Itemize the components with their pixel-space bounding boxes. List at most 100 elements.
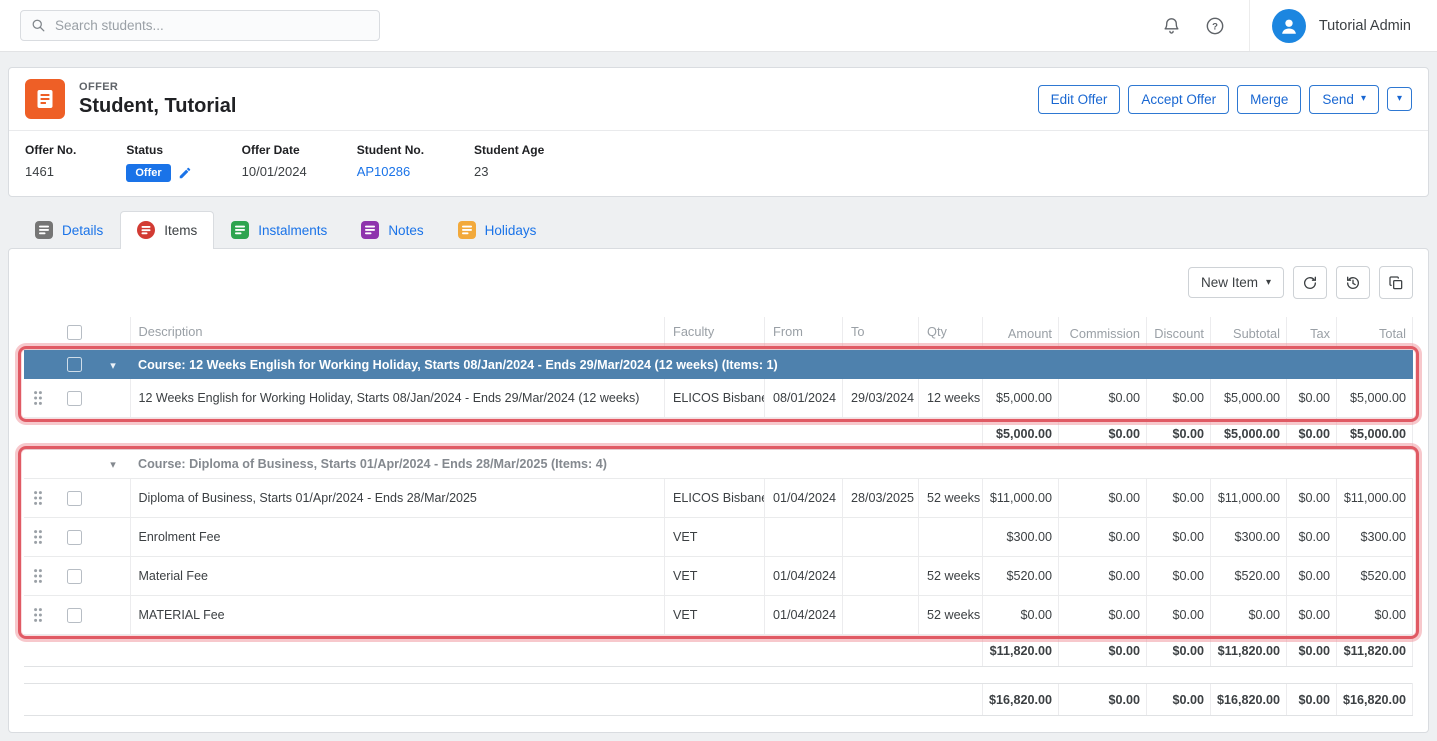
row-checkbox[interactable] (67, 569, 82, 584)
cell-to (843, 557, 919, 596)
row-checkbox[interactable] (67, 530, 82, 545)
tab-holidays[interactable]: Holidays (441, 211, 554, 249)
copy-icon (1388, 275, 1404, 291)
refresh-icon (1302, 275, 1318, 291)
cell-from (765, 518, 843, 557)
bell-icon (1162, 16, 1181, 35)
col-qty[interactable]: Qty (919, 317, 983, 350)
cell-tax: $0.00 (1287, 557, 1337, 596)
cell-qty (919, 518, 983, 557)
refresh-button[interactable] (1293, 266, 1327, 299)
cell-discount: $0.00 (1147, 379, 1211, 418)
row-checkbox[interactable] (67, 357, 82, 372)
topbar: ? Tutorial Admin (0, 0, 1437, 52)
cell-description: Material Fee (130, 557, 665, 596)
col-amount[interactable]: Amount (983, 317, 1059, 350)
col-tax[interactable]: Tax (1287, 317, 1337, 350)
table-wrap: Description Faculty From To Qty Amount C… (24, 317, 1413, 732)
edit-status-icon[interactable] (178, 166, 192, 180)
new-item-button[interactable]: New Item ▾ (1188, 267, 1284, 298)
cell-commission: $0.00 (1059, 596, 1147, 635)
cell-from: 08/01/2024 (765, 379, 843, 418)
cell-discount: $0.00 (1147, 596, 1211, 635)
student-number-link[interactable]: AP10286 (357, 164, 411, 179)
field-offer-no: Offer No. 1461 (25, 143, 76, 182)
row-checkbox[interactable] (67, 491, 82, 506)
offer-summary-fields: Offer No. 1461 Status Offer Offer Date 1… (9, 131, 1428, 196)
cell-from: 01/04/2024 (765, 557, 843, 596)
cell-qty: 12 weeks (919, 379, 983, 418)
drag-handle[interactable] (33, 388, 43, 406)
cell-discount: $0.00 (1147, 518, 1211, 557)
col-total[interactable]: Total (1337, 317, 1413, 350)
cell-description: Diploma of Business, Starts 01/Apr/2024 … (130, 479, 665, 518)
drag-handle[interactable] (33, 566, 43, 584)
cell-amount: $520.00 (983, 557, 1059, 596)
search-input[interactable] (55, 18, 369, 33)
table-header-row: Description Faculty From To Qty Amount C… (24, 317, 1413, 350)
cell-qty: 52 weeks (919, 596, 983, 635)
field-student-no: Student No. AP10286 (357, 143, 424, 182)
help-icon: ? (1205, 16, 1225, 36)
cell-amount: $11,000.00 (983, 479, 1059, 518)
col-subtotal[interactable]: Subtotal (1211, 317, 1287, 350)
cell-commission: $0.00 (1059, 635, 1147, 667)
col-select (52, 317, 96, 350)
col-faculty[interactable]: Faculty (665, 317, 765, 350)
tab-instalments[interactable]: Instalments (214, 211, 344, 249)
notifications-button[interactable] (1154, 8, 1189, 43)
search-box[interactable] (20, 10, 380, 41)
drag-handle[interactable] (33, 488, 43, 506)
select-all-checkbox[interactable] (67, 325, 82, 340)
user-name: Tutorial Admin (1319, 18, 1411, 34)
cell-total: $11,820.00 (1337, 635, 1413, 667)
offer-tabs: Details Items Instalments Notes Holidays (18, 211, 1429, 249)
copy-button[interactable] (1379, 266, 1413, 299)
grand-total-row: $16,820.00$0.00$0.00$16,820.00$0.00$16,8… (24, 684, 1413, 716)
cell-description: Enrolment Fee (130, 518, 665, 557)
drag-handle[interactable] (33, 527, 43, 545)
cell-faculty: ELICOS Bisbane (665, 479, 765, 518)
cell-commission: $0.00 (1059, 557, 1147, 596)
chevron-down-icon: ▾ (1361, 94, 1366, 104)
more-actions-button[interactable]: ▾ (1387, 87, 1412, 111)
tab-notes[interactable]: Notes (344, 211, 440, 249)
cell-discount: $0.00 (1147, 418, 1211, 450)
col-discount[interactable]: Discount (1147, 317, 1211, 350)
cell-tax: $0.00 (1287, 479, 1337, 518)
cell-commission: $0.00 (1059, 379, 1147, 418)
items-toolbar: New Item ▾ (9, 249, 1428, 311)
offer-type-label: OFFER (79, 81, 236, 93)
cell-faculty: VET (665, 518, 765, 557)
cell-amount: $5,000.00 (983, 379, 1059, 418)
accept-offer-button[interactable]: Accept Offer (1128, 85, 1229, 114)
cell-total: $16,820.00 (1337, 684, 1413, 716)
row-checkbox[interactable] (67, 608, 82, 623)
collapse-group-icon[interactable]: ▾ (110, 360, 116, 372)
tab-items[interactable]: Items (120, 211, 214, 249)
cell-faculty: VET (665, 557, 765, 596)
send-button[interactable]: Send▾ (1309, 85, 1379, 114)
row-checkbox[interactable] (67, 391, 82, 406)
drag-handle[interactable] (33, 605, 43, 623)
col-description[interactable]: Description (130, 317, 665, 350)
cell-total: $5,000.00 (1337, 418, 1413, 450)
col-commission[interactable]: Commission (1059, 317, 1147, 350)
cell-discount: $0.00 (1147, 684, 1211, 716)
col-to[interactable]: To (843, 317, 919, 350)
merge-button[interactable]: Merge (1237, 85, 1301, 114)
col-from[interactable]: From (765, 317, 843, 350)
help-button[interactable]: ? (1197, 8, 1233, 44)
user-menu[interactable]: Tutorial Admin (1249, 0, 1437, 51)
edit-offer-button[interactable]: Edit Offer (1038, 85, 1121, 114)
group-subtotal-row: $5,000.00$0.00$0.00$5,000.00$0.00$5,000.… (24, 418, 1413, 450)
cell-total: $300.00 (1337, 518, 1413, 557)
history-button[interactable] (1336, 266, 1370, 299)
cell-faculty: VET (665, 596, 765, 635)
cell-subtotal: $520.00 (1211, 557, 1287, 596)
cell-commission: $0.00 (1059, 684, 1147, 716)
tab-details[interactable]: Details (18, 211, 120, 249)
cell-commission: $0.00 (1059, 418, 1147, 450)
cell-subtotal: $16,820.00 (1211, 684, 1287, 716)
collapse-group-icon[interactable]: ▾ (110, 459, 116, 471)
